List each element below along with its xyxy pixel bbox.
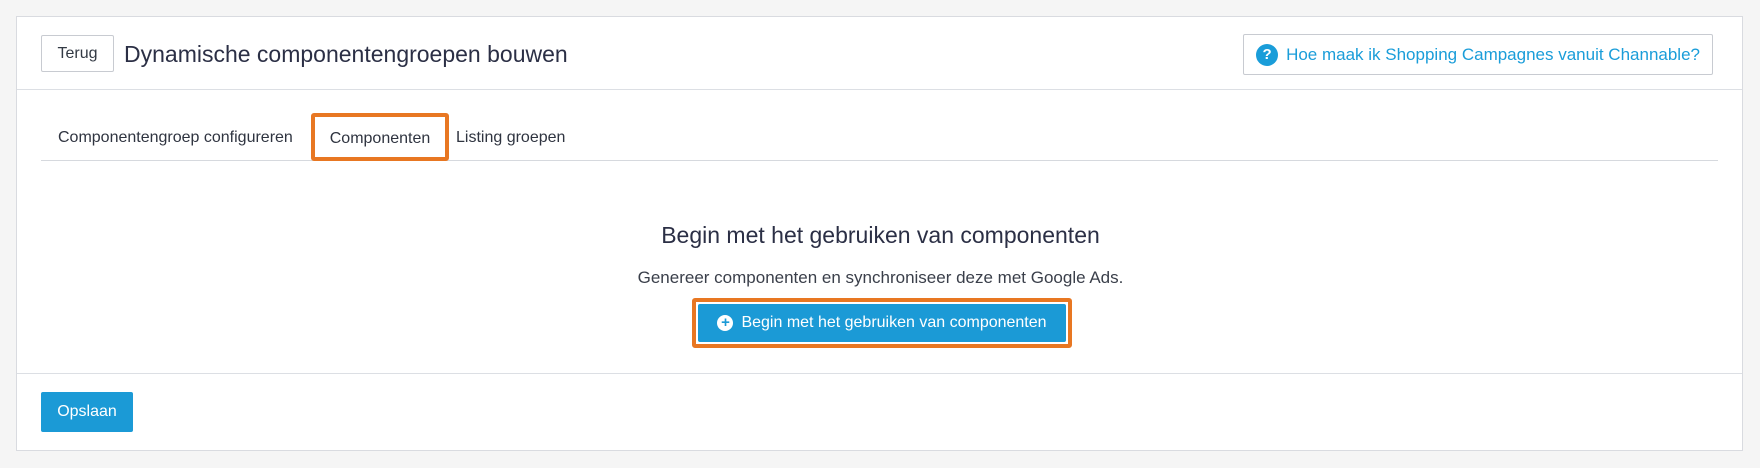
tab-listing-groups[interactable]: Listing groepen <box>456 123 565 153</box>
empty-state-subtitle: Genereer componenten en synchroniseer de… <box>637 268 1124 287</box>
component-groups-panel: Terug Dynamische componentengroepen bouw… <box>16 16 1743 451</box>
help-link-label: Hoe maak ik Shopping Campagnes vanuit Ch… <box>1286 44 1700 64</box>
start-components-highlight: + Begin met het gebruiken van componente… <box>692 298 1072 348</box>
plus-circle-icon: + <box>717 315 734 331</box>
back-button[interactable]: Terug <box>41 35 114 72</box>
empty-state-title: Begin met het gebruiken van componenten <box>661 222 1100 248</box>
tab-components[interactable]: Componenten <box>311 113 449 161</box>
panel-header: Terug Dynamische componentengroepen bouw… <box>17 17 1742 90</box>
start-using-components-label: Begin met het gebruiken van componenten <box>741 314 1047 331</box>
save-button[interactable]: Opslaan <box>41 392 133 432</box>
page-title: Dynamische componentengroepen bouwen <box>124 41 568 67</box>
tab-configure-component-group[interactable]: Componentengroep configureren <box>58 123 293 153</box>
question-circle-icon: ? <box>1256 43 1279 66</box>
tab-bar: Componentengroep configureren Componente… <box>41 113 1718 161</box>
start-using-components-button[interactable]: + Begin met het gebruiken van componente… <box>698 304 1066 342</box>
help-link[interactable]: ? Hoe maak ik Shopping Campagnes vanuit … <box>1243 34 1713 75</box>
panel-footer: Opslaan <box>17 373 1742 451</box>
